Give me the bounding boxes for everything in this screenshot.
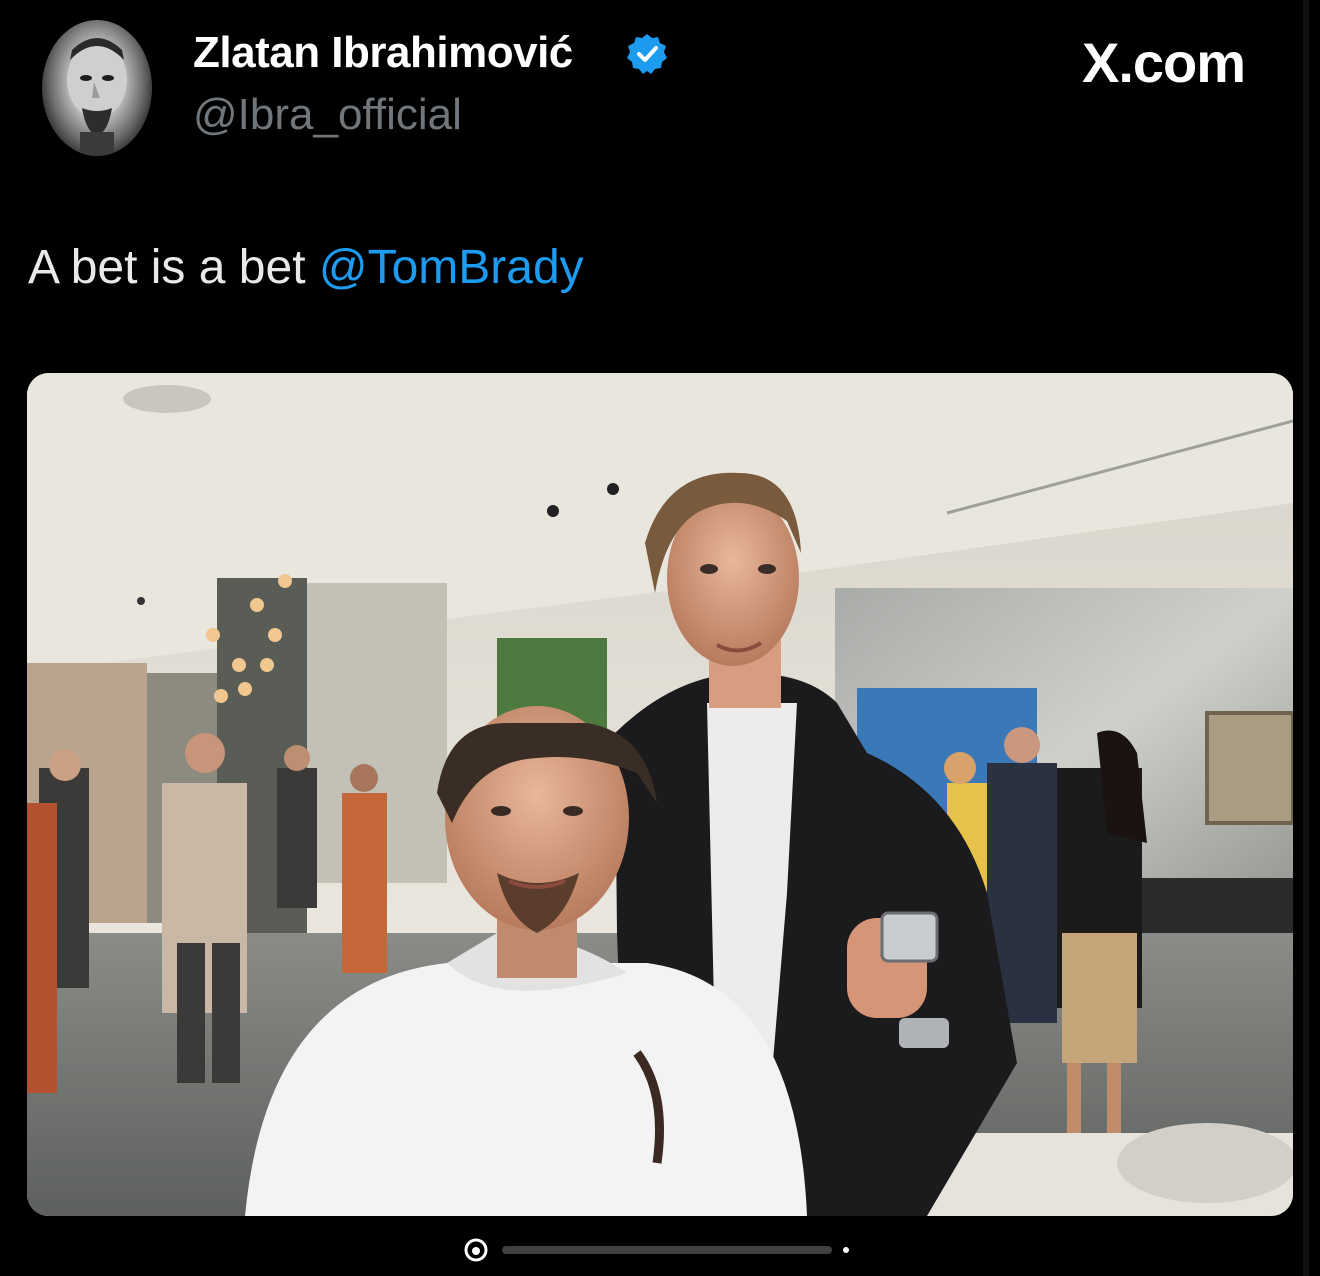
site-logo: X.com [1082, 31, 1246, 94]
watermark-icon [464, 1238, 849, 1262]
tweet-photo[interactable] [27, 373, 1293, 1216]
handle[interactable]: @Ibra_official [193, 90, 462, 140]
tweet-body: A bet is a bet [28, 241, 319, 294]
mention-link[interactable]: @TomBrady [319, 241, 584, 294]
avatar-portrait [67, 38, 127, 156]
avatar[interactable] [42, 20, 152, 156]
tweet-text: A bet is a bet @TomBrady [28, 240, 584, 295]
display-name[interactable]: Zlatan Ibrahimović [193, 28, 573, 78]
right-edge-rule [1303, 0, 1309, 1276]
verified-badge-icon [627, 34, 667, 74]
photo-scene [27, 373, 1293, 1216]
